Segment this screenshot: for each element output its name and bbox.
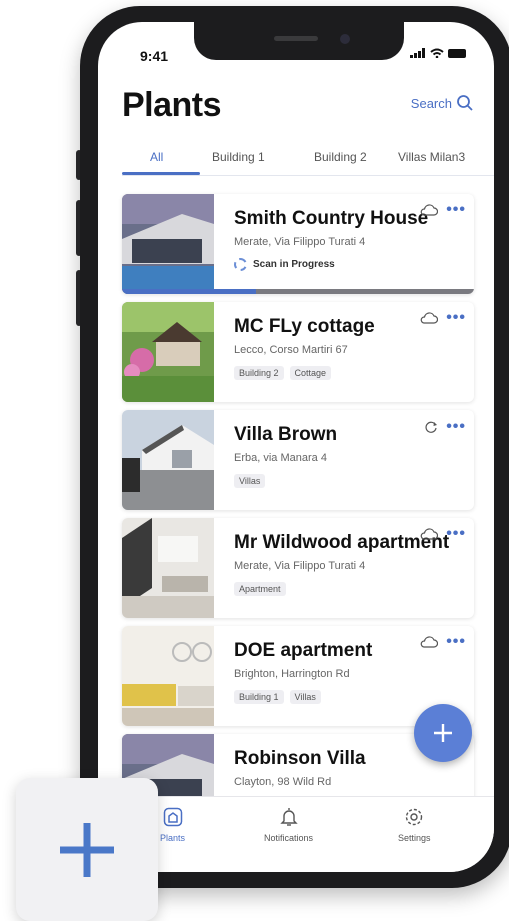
scan-status-label: Scan in Progress — [253, 259, 335, 270]
tab-villas-milan3[interactable]: Villas Milan3 — [398, 150, 465, 164]
bell-icon — [279, 808, 298, 826]
plant-info: DOE apartment Brighton, Harrington Rd Bu… — [234, 640, 464, 704]
search-button[interactable]: Search — [411, 94, 474, 112]
plant-card-mc-fly[interactable]: MC FLy cottage Lecco, Corso Martiri 67 B… — [122, 302, 474, 402]
card-actions: ••• — [420, 202, 466, 218]
more-options-icon[interactable]: ••• — [446, 419, 466, 435]
status-icons — [410, 48, 466, 58]
cloud-icon[interactable] — [420, 528, 439, 540]
notch — [194, 22, 404, 60]
plant-tags: Building 2 Cottage — [234, 366, 464, 380]
plant-info: Mr Wildwood apartment Merate, Via Filipp… — [234, 532, 464, 596]
plant-thumbnail — [122, 302, 214, 402]
page-title: Plants — [122, 86, 222, 124]
battery-icon — [448, 48, 466, 58]
plant-address: Merate, Via Filippo Turati 4 — [234, 560, 366, 572]
loading-spinner-icon — [234, 258, 247, 271]
more-options-icon[interactable]: ••• — [446, 526, 466, 542]
tab-building-2[interactable]: Building 2 — [314, 150, 367, 164]
plant-card-mr-wildwood[interactable]: Mr Wildwood apartment Merate, Via Filipp… — [122, 518, 474, 618]
camera — [340, 34, 350, 44]
cloud-icon[interactable] — [420, 312, 439, 324]
plant-thumbnail — [122, 518, 214, 618]
app-icon-tile — [16, 778, 158, 921]
tabbar-plants-label: Plants — [160, 833, 186, 843]
scan-progress-fill — [122, 289, 256, 294]
plant-thumbnail — [122, 194, 214, 294]
cloud-icon[interactable] — [420, 636, 439, 648]
plant-tags: Apartment — [234, 582, 464, 596]
tag: Villas — [234, 474, 266, 488]
gear-icon — [406, 808, 423, 826]
home-icon — [163, 807, 182, 827]
plant-address: Clayton, 98 Wild Rd — [234, 776, 332, 788]
plant-card-doe[interactable]: DOE apartment Brighton, Harrington Rd Bu… — [122, 626, 474, 726]
plant-card-villa-brown[interactable]: Villa Brown Erba, via Manara 4 Villas ••… — [122, 410, 474, 510]
tab-all[interactable]: All — [150, 150, 163, 164]
plant-address: Brighton, Harrington Rd — [234, 668, 350, 680]
more-options-icon[interactable]: ••• — [446, 202, 466, 218]
plant-tags: Villas — [234, 474, 464, 488]
card-actions: ••• — [420, 634, 466, 650]
speaker — [274, 36, 318, 41]
tag: Building 2 — [234, 366, 284, 380]
app-screen: 9:41 Plants Search All Building 1 Buildi… — [98, 22, 494, 872]
plant-card-smith[interactable]: Smith Country House Merate, Via Filippo … — [122, 194, 474, 294]
tabbar-notifications[interactable]: Notifications — [264, 807, 313, 843]
plant-address: Erba, via Manara 4 — [234, 452, 327, 464]
tab-building-1[interactable]: Building 1 — [212, 150, 265, 164]
search-label: Search — [410, 95, 452, 111]
more-options-icon[interactable]: ••• — [446, 634, 466, 650]
tabs-divider — [122, 175, 494, 176]
active-tab-indicator — [122, 172, 200, 175]
plant-info: MC FLy cottage Lecco, Corso Martiri 67 B… — [234, 316, 464, 380]
card-actions: ••• — [424, 419, 466, 435]
plus-icon — [60, 822, 114, 877]
plant-thumbnail — [122, 410, 214, 510]
tabbar-settings[interactable]: Settings — [398, 807, 431, 843]
wifi-icon — [430, 48, 444, 58]
plus-icon — [434, 724, 452, 742]
card-actions: ••• — [420, 310, 466, 326]
tag: Building 1 — [234, 690, 284, 704]
plant-address: Lecco, Corso Martiri 67 — [234, 344, 348, 356]
signal-icon — [410, 48, 425, 58]
plant-thumbnail — [122, 626, 214, 726]
tabbar-settings-label: Settings — [398, 833, 431, 843]
sync-icon[interactable] — [424, 420, 438, 434]
more-options-icon[interactable]: ••• — [446, 310, 466, 326]
tag: Villas — [289, 690, 321, 704]
tag: Apartment — [234, 582, 286, 596]
add-plant-button[interactable] — [414, 704, 472, 762]
cloud-icon[interactable] — [420, 204, 439, 216]
scan-status: Scan in Progress — [234, 258, 464, 271]
search-icon — [457, 95, 473, 111]
status-time: 9:41 — [140, 48, 169, 64]
plant-info: Smith Country House Merate, Via Filippo … — [234, 208, 464, 271]
tabbar-plants[interactable]: Plants — [160, 807, 185, 843]
tabbar-notifications-label: Notifications — [264, 833, 314, 843]
tag: Cottage — [289, 366, 332, 380]
card-actions: ••• — [420, 526, 466, 542]
plant-tags: Building 1 Villas — [234, 690, 464, 704]
plant-address: Merate, Via Filippo Turati 4 — [234, 236, 366, 248]
